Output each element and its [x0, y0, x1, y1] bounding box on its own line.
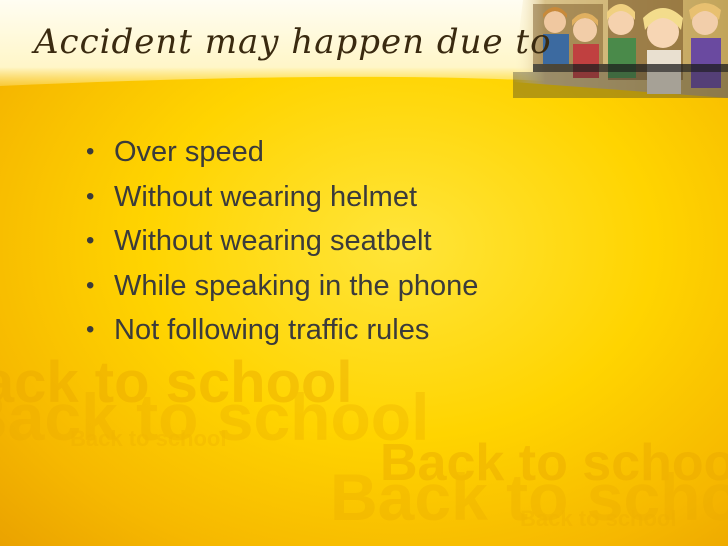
- bullet-text: While speaking in the phone: [114, 269, 479, 302]
- watermark-text: Back to school: [380, 434, 728, 492]
- bullet-text: Not following traffic rules: [114, 314, 430, 346]
- list-item: • Without wearing helmet: [86, 175, 478, 220]
- bullet-icon: •: [86, 182, 95, 210]
- bullet-icon: •: [86, 316, 95, 343]
- bullet-list: • Over speed • Without wearing helmet • Wit…: [86, 130, 478, 353]
- bullet-text: Without wearing helmet: [114, 180, 418, 213]
- bullet-icon: •: [86, 227, 95, 254]
- bullet-text: Without wearing seatbelt: [114, 225, 432, 257]
- bullet-text: Over speed: [114, 136, 264, 168]
- watermark-text: Back to school: [520, 506, 676, 531]
- list-item: • While speaking in the phone: [86, 264, 478, 309]
- watermark-text: Back to school: [0, 380, 429, 454]
- bullet-icon: •: [86, 138, 95, 165]
- watermark-text: Back to school: [330, 460, 728, 534]
- watermark-text: Back to school: [70, 426, 226, 451]
- list-item: • Over speed: [86, 130, 478, 175]
- slide-title: Accident may happen due to: [34, 22, 552, 62]
- slide: Back to school Back to school Back to sc…: [0, 0, 728, 546]
- list-item: • Without wearing seatbelt: [86, 219, 478, 264]
- bullet-icon: •: [86, 271, 95, 299]
- watermark-text: Back to school: [0, 350, 353, 415]
- list-item: • Not following traffic rules: [86, 308, 478, 353]
